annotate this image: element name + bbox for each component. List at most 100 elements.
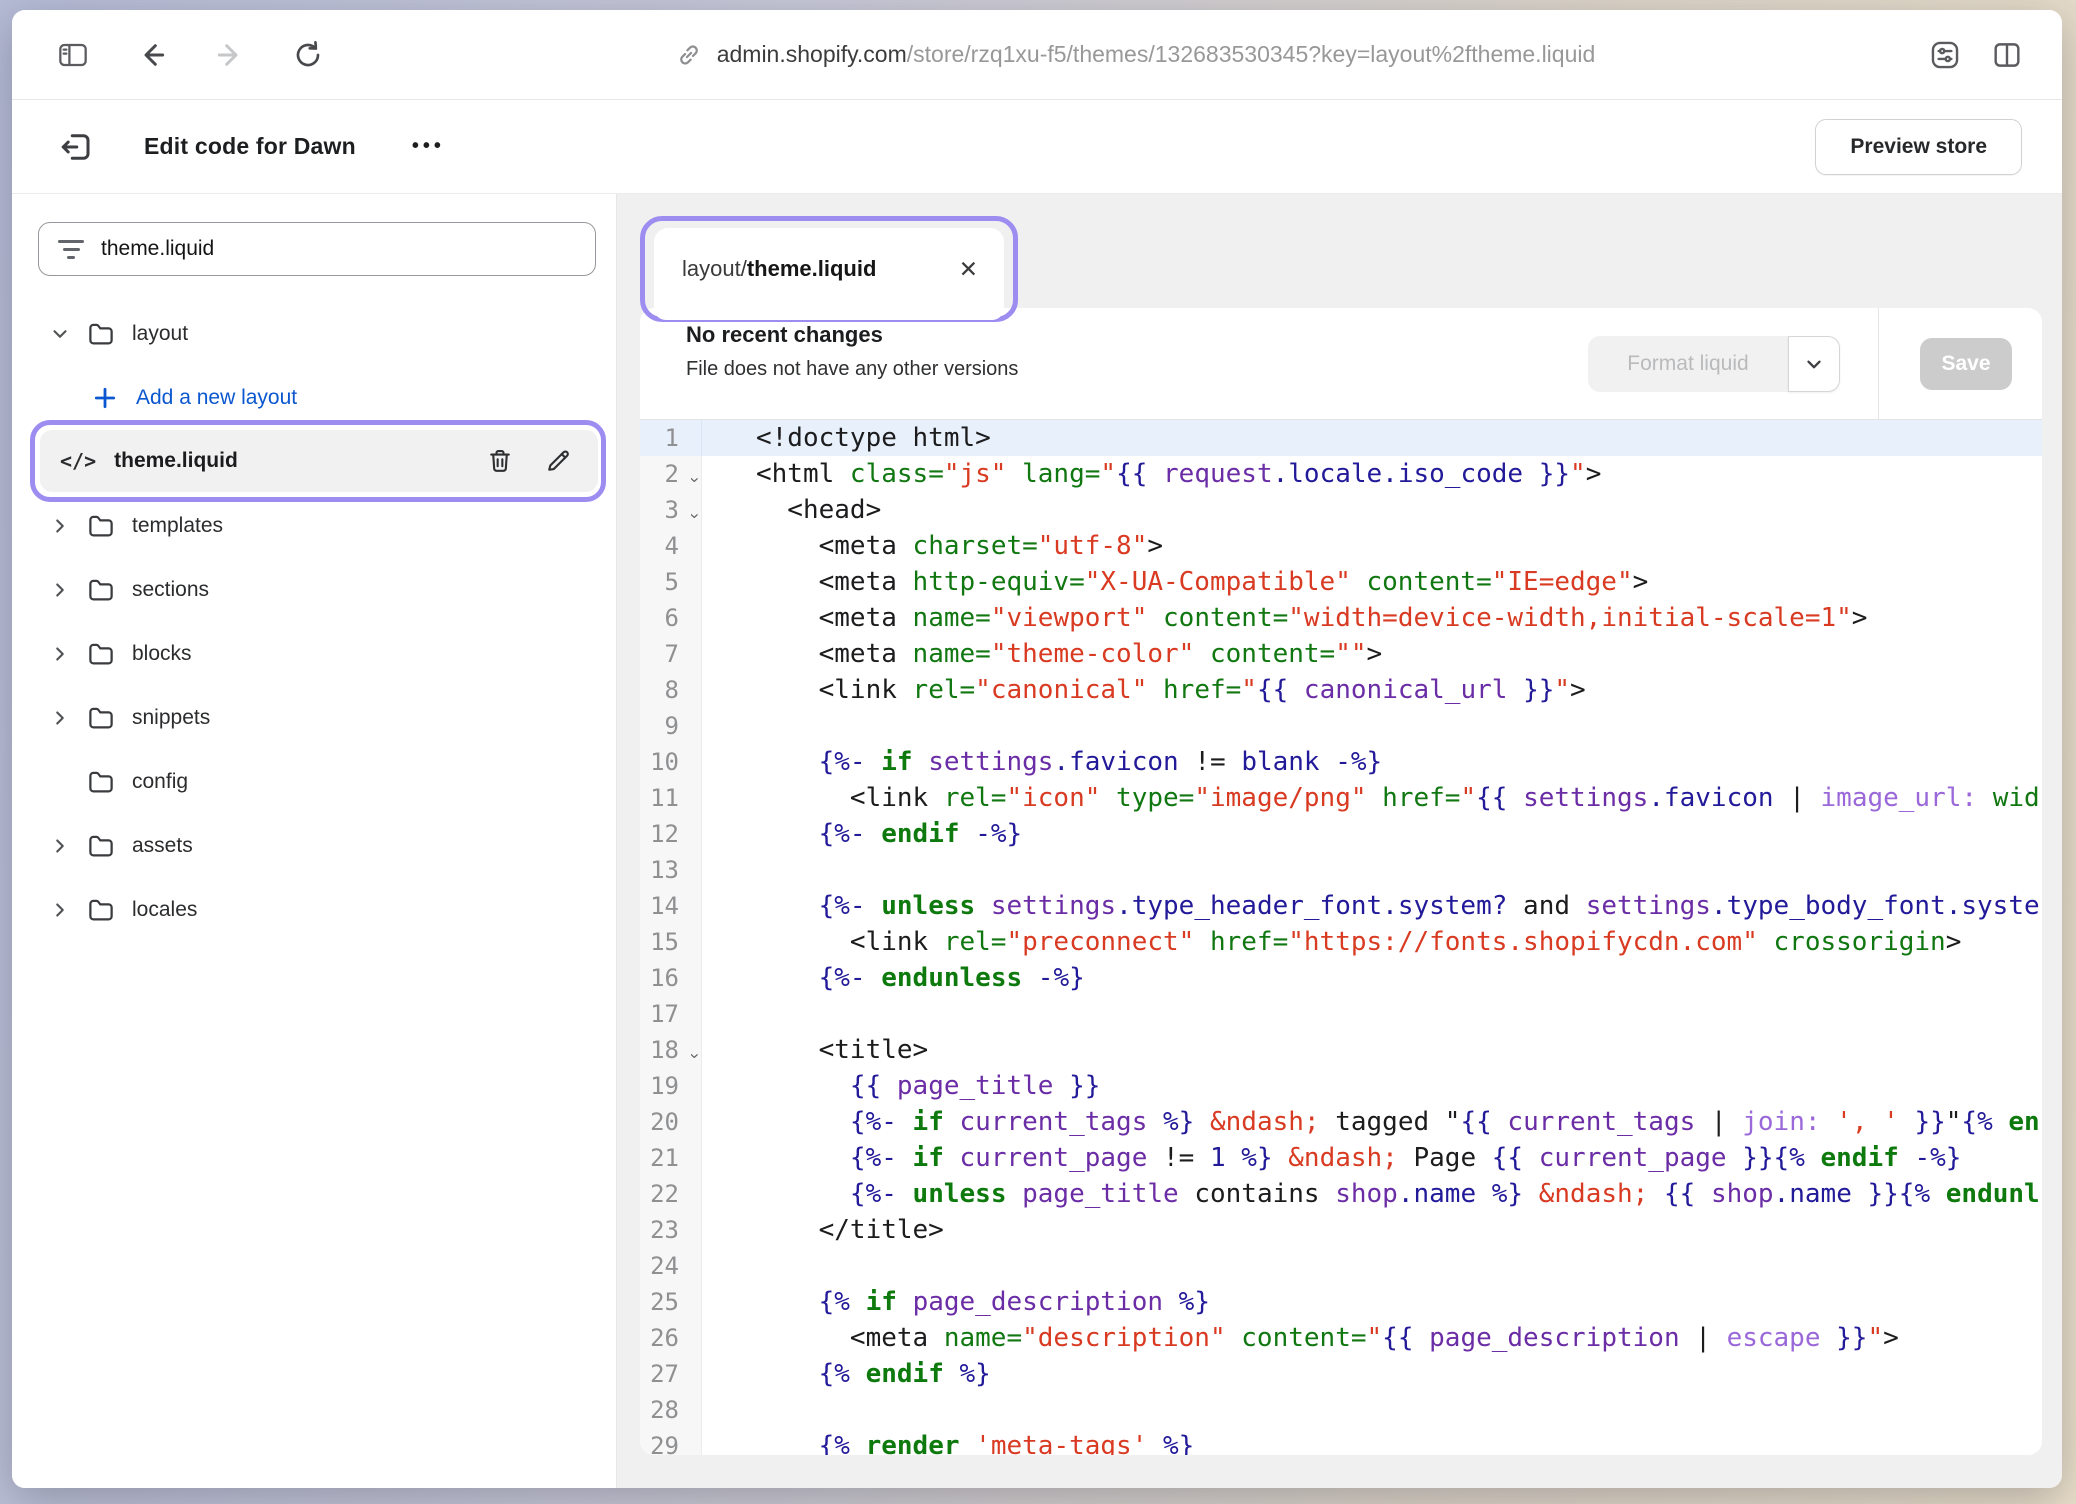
line-number: 25 — [640, 1284, 702, 1320]
url-text: admin.shopify.com/store/rzq1xu-f5/themes… — [717, 41, 1596, 68]
code-line-11[interactable]: 11 <link rel="icon" type="image/png" hre… — [640, 780, 2042, 816]
line-number: 23 — [640, 1212, 702, 1248]
format-liquid-button[interactable]: Format liquid — [1588, 336, 1788, 392]
code-line-21[interactable]: 21 {%- if current_page != 1 %} &ndash; P… — [640, 1140, 2042, 1176]
chevron-right-icon[interactable] — [48, 899, 72, 921]
sidebar-folder-templates[interactable]: templates — [32, 502, 600, 550]
chevron-right-icon[interactable] — [48, 579, 72, 601]
code-area[interactable]: 1<!doctype html>2›<html class="js" lang=… — [640, 420, 2042, 1455]
format-dropdown-button[interactable] — [1788, 336, 1840, 392]
code-line-17[interactable]: 17 — [640, 996, 2042, 1032]
line-number: 5 — [640, 564, 702, 600]
code-line-25[interactable]: 25 {% if page_description %} — [640, 1284, 2042, 1320]
sidebar-folder-layout[interactable]: layout — [32, 310, 600, 358]
fold-arrow-icon[interactable]: › — [677, 1053, 713, 1059]
chevron-right-icon[interactable] — [48, 835, 72, 857]
line-number: 18› — [640, 1032, 702, 1068]
folder-icon — [86, 639, 116, 669]
close-tab-icon[interactable]: ✕ — [939, 256, 978, 283]
code-text: {%- unless settings.type_header_font.sys… — [702, 888, 2040, 924]
forward-button-icon[interactable] — [214, 39, 246, 71]
split-view-icon[interactable] — [1990, 38, 2024, 72]
code-line-6[interactable]: 6 <meta name="viewport" content="width=d… — [640, 600, 2042, 636]
code-line-8[interactable]: 8 <link rel="canonical" href="{{ canonic… — [640, 672, 2042, 708]
file-tree: layout Add a new layout </>theme.liquid tem… — [32, 310, 600, 950]
line-number: 3› — [640, 492, 702, 528]
folder-icon — [86, 511, 116, 541]
code-text: <html class="js" lang="{{ request.locale… — [702, 456, 1601, 492]
code-editor-card: No recent changes File does not have any… — [640, 308, 2042, 1455]
code-line-9[interactable]: 9 — [640, 708, 2042, 744]
code-line-7[interactable]: 7 <meta name="theme-color" content=""> — [640, 636, 2042, 672]
line-number: 14 — [640, 888, 702, 924]
code-line-1[interactable]: 1<!doctype html> — [640, 420, 2042, 456]
fold-arrow-icon[interactable]: › — [677, 477, 713, 483]
file-sidebar: theme.liquid layout Add a new layout </>th… — [12, 194, 617, 1488]
more-actions-button[interactable]: ••• — [412, 135, 445, 158]
folder-icon — [86, 575, 116, 605]
code-line-18[interactable]: 18› <title> — [640, 1032, 2042, 1068]
preview-store-button[interactable]: Preview store — [1815, 119, 2022, 175]
selected-file-wrap: </>theme.liquid — [40, 430, 598, 492]
code-text: <head> — [702, 492, 881, 528]
file-item-theme-liquid[interactable]: </>theme.liquid — [40, 430, 598, 492]
code-text: <link rel="canonical" href="{{ canonical… — [702, 672, 1586, 708]
code-line-19[interactable]: 19 {{ page_title }} — [640, 1068, 2042, 1104]
code-line-16[interactable]: 16 {%- endunless -%} — [640, 960, 2042, 996]
code-line-3[interactable]: 3› <head> — [640, 492, 2042, 528]
chevron-right-icon[interactable] — [48, 707, 72, 729]
sidebar-folder-snippets[interactable]: snippets — [32, 694, 600, 742]
delete-file-icon[interactable] — [486, 447, 514, 475]
save-button[interactable]: Save — [1920, 338, 2012, 390]
code-line-20[interactable]: 20 {%- if current_tags %} &ndash; tagged… — [640, 1104, 2042, 1140]
rename-file-icon[interactable] — [544, 447, 572, 475]
code-line-13[interactable]: 13 — [640, 852, 2042, 888]
code-line-23[interactable]: 23 </title> — [640, 1212, 2042, 1248]
file-search-input[interactable]: theme.liquid — [38, 222, 596, 276]
code-line-15[interactable]: 15 <link rel="preconnect" href="https://… — [640, 924, 2042, 960]
sidebar-folder-blocks[interactable]: blocks — [32, 630, 600, 678]
exit-editor-icon[interactable] — [58, 129, 94, 165]
address-bar[interactable]: admin.shopify.com/store/rzq1xu-f5/themes… — [342, 41, 1928, 69]
line-number: 11 — [640, 780, 702, 816]
code-line-22[interactable]: 22 {%- unless page_title contains shop.n… — [640, 1176, 2042, 1212]
code-line-10[interactable]: 10 {%- if settings.favicon != blank -%} — [640, 744, 2042, 780]
sidebar-toggle-icon[interactable] — [56, 39, 90, 71]
code-text: {%- if current_tags %} &ndash; tagged "{… — [702, 1104, 2040, 1140]
plus-icon — [92, 385, 118, 411]
sidebar-folder-locales[interactable]: locales — [32, 886, 600, 934]
sidebar-folder-sections[interactable]: sections — [32, 566, 600, 614]
chevron-right-icon[interactable] — [48, 643, 72, 665]
line-number: 21 — [640, 1140, 702, 1176]
code-line-5[interactable]: 5 <meta http-equiv="X-UA-Compatible" con… — [640, 564, 2042, 600]
code-text: <meta name="theme-color" content=""> — [702, 636, 1382, 672]
page-settings-icon[interactable] — [1928, 38, 1962, 72]
code-text: {%- endif -%} — [702, 816, 1022, 852]
code-line-2[interactable]: 2›<html class="js" lang="{{ request.loca… — [640, 456, 2042, 492]
code-line-29[interactable]: 29 {% render 'meta-tags' %} — [640, 1428, 2042, 1455]
code-text: {%- endunless -%} — [702, 960, 1085, 996]
fold-arrow-icon[interactable]: › — [677, 513, 713, 519]
folder-icon — [86, 895, 116, 925]
chevron-right-icon[interactable] — [48, 515, 72, 537]
status-subtitle: File does not have any other versions — [686, 358, 1018, 381]
code-line-27[interactable]: 27 {% endif %} — [640, 1356, 2042, 1392]
reload-icon[interactable] — [292, 39, 324, 71]
back-button-icon[interactable] — [136, 39, 168, 71]
folder-icon — [86, 767, 116, 797]
code-line-4[interactable]: 4 <meta charset="utf-8"> — [640, 528, 2042, 564]
code-line-12[interactable]: 12 {%- endif -%} — [640, 816, 2042, 852]
code-text — [702, 708, 756, 744]
add-new-layout-button[interactable]: Add a new layout — [32, 374, 600, 422]
code-text: {%- if current_page != 1 %} &ndash; Page… — [702, 1140, 1961, 1176]
chevron-down-icon[interactable] — [48, 323, 72, 345]
folder-label: blocks — [132, 642, 192, 666]
sidebar-folder-assets[interactable]: assets — [32, 822, 600, 870]
tab-theme-liquid[interactable]: layout/theme.liquid ✕ — [654, 228, 1004, 320]
sidebar-folder-config[interactable]: config — [32, 758, 600, 806]
code-text: <link rel="preconnect" href="https://fon… — [702, 924, 1961, 960]
code-line-28[interactable]: 28 — [640, 1392, 2042, 1428]
code-line-14[interactable]: 14 {%- unless settings.type_header_font.… — [640, 888, 2042, 924]
code-line-26[interactable]: 26 <meta name="description" content="{{ … — [640, 1320, 2042, 1356]
code-line-24[interactable]: 24 — [640, 1248, 2042, 1284]
